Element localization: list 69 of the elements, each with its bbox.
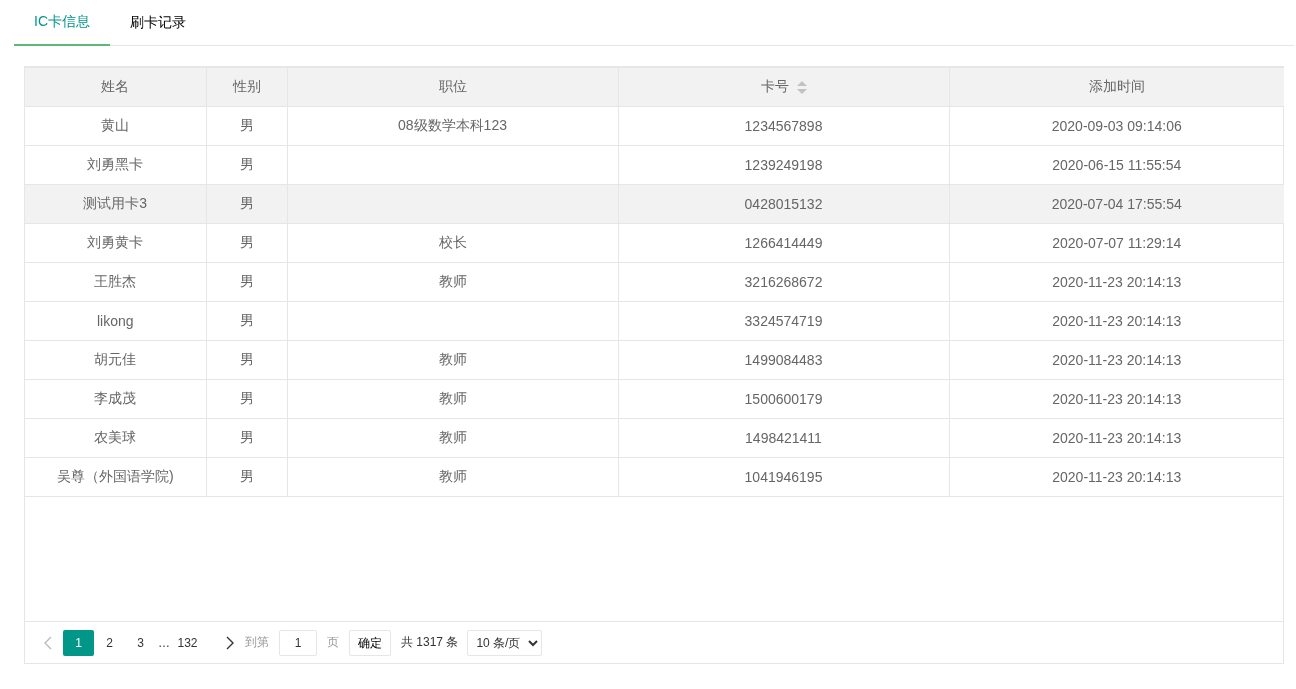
table-cell: 1041946195 (618, 457, 949, 497)
column-header: 姓名 (25, 67, 206, 107)
table-cell: 1499084483 (618, 340, 949, 380)
table-cell: 男 (206, 340, 287, 380)
column-header: 职位 (287, 67, 618, 107)
table-row[interactable]: 农美球 男 教师 1498421411 2020-11-23 20:14:13 (25, 418, 1284, 458)
table-row[interactable]: 测试用卡3 男 0428015132 2020-07-04 17:55:54 (25, 184, 1284, 224)
table-cell: 男 (206, 418, 287, 458)
table-cell: 校长 (287, 223, 618, 263)
table-row[interactable]: likong 男 3324574719 2020-11-23 20:14:13 (25, 301, 1284, 341)
table-cell: 教师 (287, 340, 618, 380)
table-row[interactable]: 胡元佳 男 教师 1499084483 2020-11-23 20:14:13 (25, 340, 1284, 380)
page-input[interactable]: 1 (279, 629, 317, 656)
page-button[interactable]: 2 (94, 629, 125, 656)
chevron-left-icon (44, 635, 52, 650)
table-cell: 王胜杰 (25, 262, 206, 302)
table-cell: 男 (206, 223, 287, 263)
table-cell: 1498421411 (618, 418, 949, 458)
page-button[interactable]: 1 (63, 629, 94, 656)
table-cell: 黄山 (25, 106, 206, 146)
table-cell: 李成茂 (25, 379, 206, 419)
column-header: 性别 (206, 67, 287, 107)
page-size-select[interactable]: 10 条/页 (467, 629, 543, 656)
table-cell: 1239249198 (618, 145, 949, 185)
table-cell: likong (25, 301, 206, 341)
table-cell: 0428015132 (618, 184, 949, 224)
table-cell: 测试用卡3 (25, 184, 206, 224)
table-cell: 男 (206, 379, 287, 419)
table-cell: 胡元佳 (25, 340, 206, 380)
table-cell: 3324574719 (618, 301, 949, 341)
column-header: 添加时间 (949, 67, 1284, 107)
table-cell: 1266414449 (618, 223, 949, 263)
table-row[interactable]: 王胜杰 男 教师 3216268672 2020-11-23 20:14:13 (25, 262, 1284, 302)
table-cell: 教师 (287, 379, 618, 419)
table-cell: 教师 (287, 262, 618, 302)
tab[interactable]: 刷卡记录 (110, 0, 206, 46)
table-cell: 3216268672 (618, 262, 949, 302)
chevron-right-icon (226, 635, 234, 650)
ellipsis: … (157, 635, 171, 650)
table-cell: 男 (206, 145, 287, 185)
column-header[interactable]: 卡号 (618, 67, 949, 107)
table-row[interactable]: 吴尊（外国语学院) 男 教师 1041946195 2020-11-23 20:14:13 (25, 457, 1284, 497)
table-row[interactable]: 刘勇黄卡 男 校长 1266414449 2020-07-07 11:29:14 (25, 223, 1284, 263)
table-cell: 农美球 (25, 418, 206, 458)
tab[interactable]: IC卡信息 (14, 0, 110, 46)
goto-label: 到第 (245, 634, 269, 651)
table-cell: 教师 (287, 418, 618, 458)
table-cell: 男 (206, 457, 287, 497)
table-row[interactable]: 黄山 男 08级数学本科123 1234567898 2020-09-03 09:14:06 (25, 106, 1284, 146)
table-cell: 刘勇黑卡 (25, 145, 206, 185)
table-cell: 08级数学本科123 (287, 106, 618, 146)
table-cell: 吴尊（外国语学院) (25, 457, 206, 497)
page-button[interactable]: 132 (172, 629, 203, 656)
total-count: 共 1317 条 (401, 634, 459, 651)
table-row[interactable]: 李成茂 男 教师 1500600179 2020-11-23 20:14:13 (25, 379, 1284, 419)
table-cell: 1500600179 (618, 379, 949, 419)
table-cell: 刘勇黄卡 (25, 223, 206, 263)
table-cell: 2020-07-04 17:55:54 (949, 184, 1284, 224)
table-cell: 1234567898 (618, 106, 949, 146)
page-button[interactable]: 3 (125, 629, 156, 656)
table-cell: 教师 (287, 457, 618, 497)
page-unit-label: 页 (327, 634, 339, 651)
table-cell: 男 (206, 184, 287, 224)
table-cell: 男 (206, 262, 287, 302)
sort-icon[interactable] (796, 80, 807, 94)
table-cell: 男 (206, 301, 287, 341)
table-row[interactable]: 刘勇黑卡 男 1239249198 2020-06-15 11:55:54 (25, 145, 1284, 185)
table-cell: 男 (206, 106, 287, 146)
confirm-button[interactable]: 确定 (349, 629, 391, 656)
